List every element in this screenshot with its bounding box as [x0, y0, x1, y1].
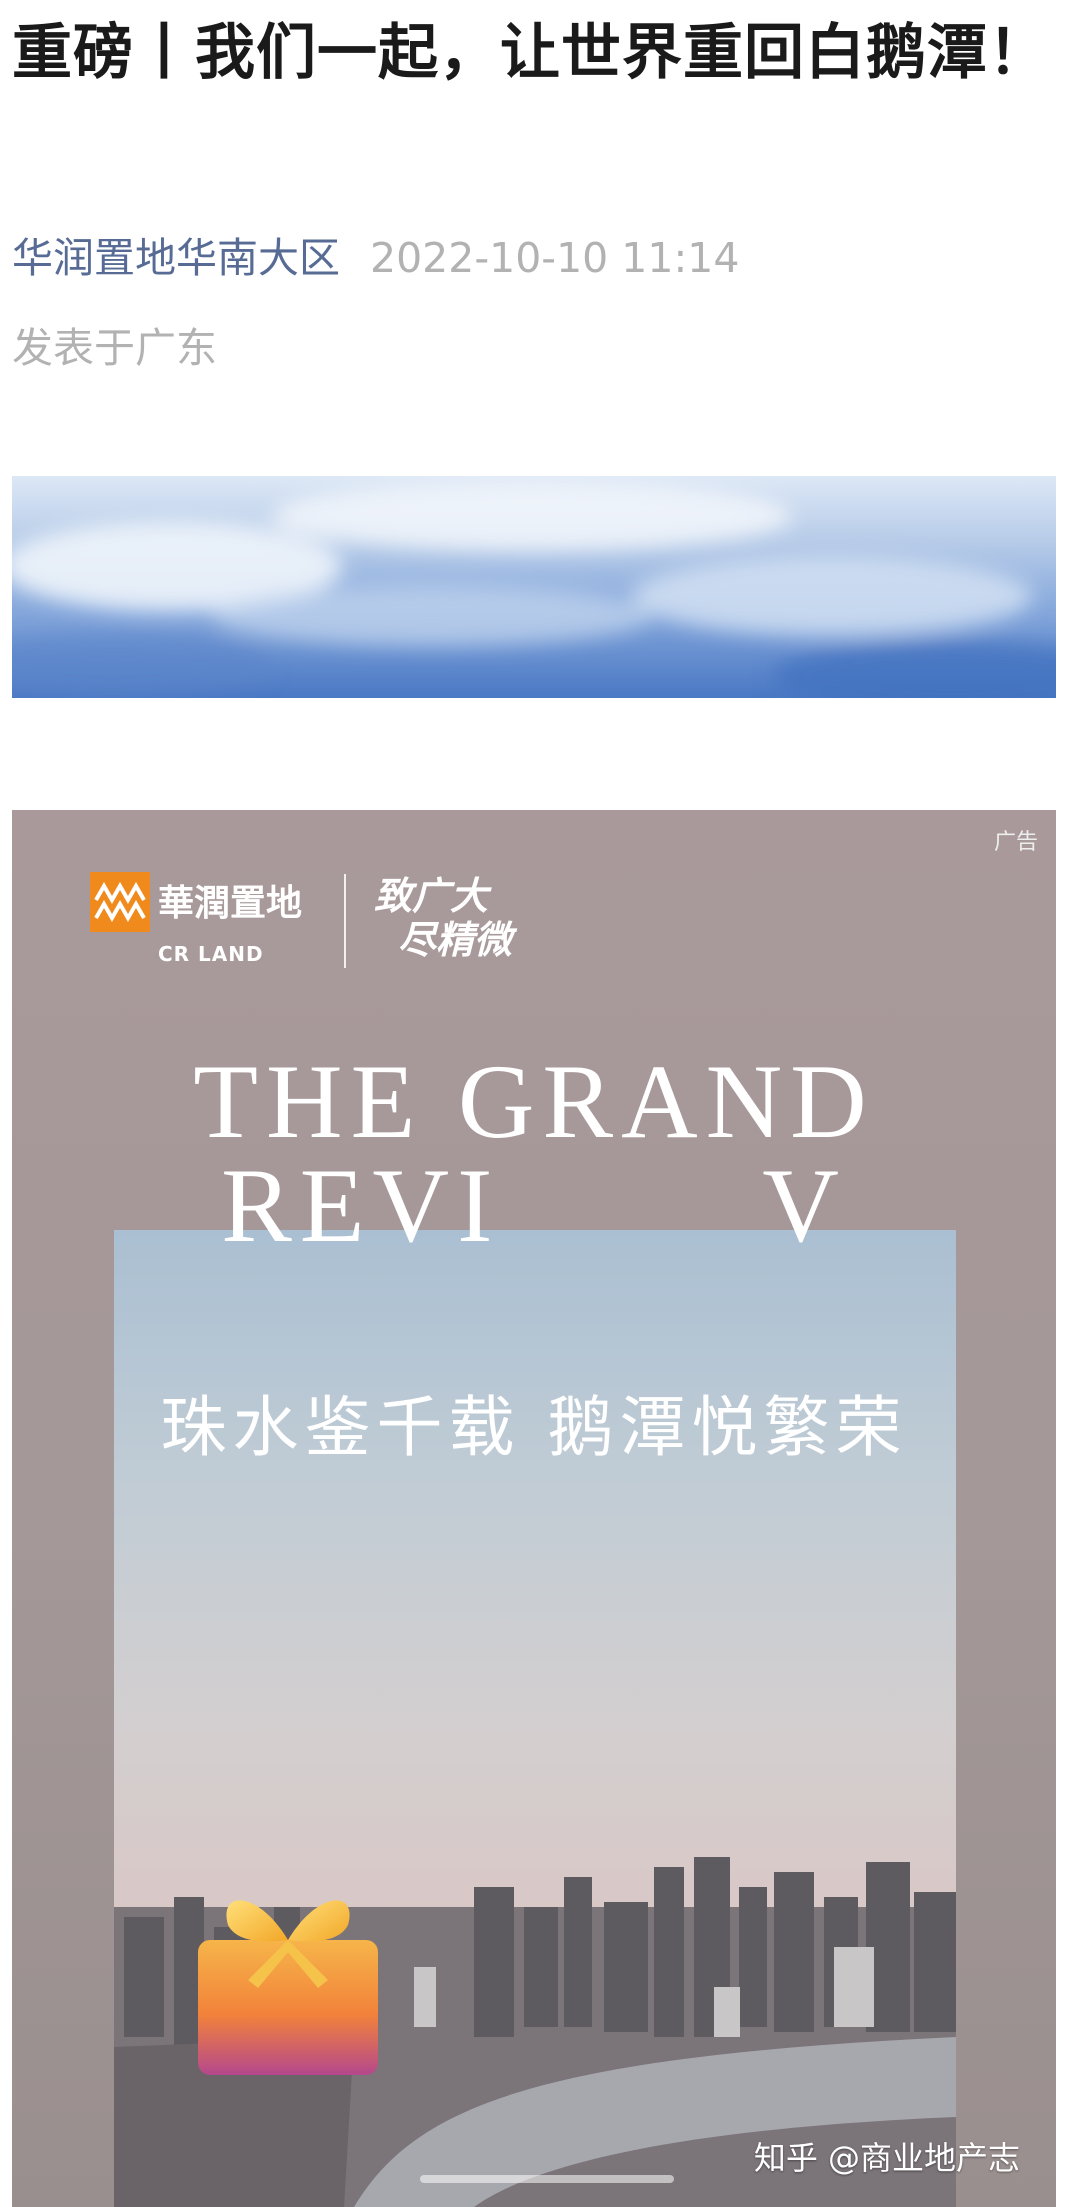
cloud-illustration [12, 481, 1056, 698]
article-meta: 华润置地华南大区 2022-10-10 11:14 [12, 228, 739, 288]
article-title: 重磅丨我们一起，让世界重回白鹅潭！ [12, 18, 1049, 88]
brand-name-en: CR LAND [158, 942, 264, 966]
title-line-2-right: V [762, 1147, 847, 1264]
sky-banner-image [12, 476, 1056, 698]
slogan-line-1: 致广大 [374, 873, 489, 918]
publish-time: 2022-10-10 11:14 [370, 234, 740, 282]
brand-slogan: 致广大 尽精微 [374, 874, 512, 962]
scroll-indicator [420, 2175, 674, 2183]
zhihu-watermark: 知乎 @商业地产志 [753, 2139, 1020, 2177]
advertisement-poster[interactable]: 广告 華潤置地 CR LAND 致广大 尽精微 THE GRAND REVI V… [12, 810, 1056, 2207]
cr-land-logo-icon [90, 872, 150, 932]
ad-label: 广告 [993, 830, 1038, 855]
brand-name-cn: 華潤置地 [158, 882, 303, 924]
logo-divider [344, 874, 346, 968]
slogan-line-2: 尽精微 [398, 917, 513, 962]
author-link[interactable]: 华润置地华南大区 [12, 234, 340, 282]
publish-location: 发表于广东 [12, 324, 217, 372]
title-line-1: THE GRAND [193, 1043, 875, 1160]
ad-english-title: THE GRAND REVI V [12, 1049, 1056, 1259]
gift-box-icon[interactable] [188, 1870, 388, 2080]
title-line-2-left: REVI [221, 1147, 501, 1264]
ad-headline: 珠水鉴千载 鹅潭悦繁荣 [160, 1389, 908, 1466]
